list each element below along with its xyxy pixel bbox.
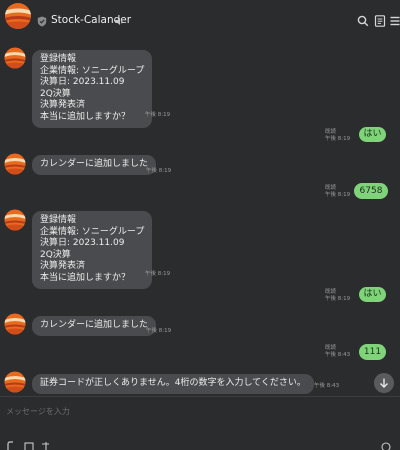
outgoing-message-bubble: はい — [359, 287, 386, 302]
bot-avatar[interactable] — [4, 47, 26, 69]
message-line: 企業情報: ソニーグループ — [40, 226, 145, 237]
incoming-message-bubble: カレンダーに追加しました — [32, 155, 157, 175]
message-line: 2Q決算 — [40, 249, 71, 260]
incoming-message-bubble: カレンダーに追加しました — [32, 316, 157, 336]
menu-icon[interactable] — [389, 15, 400, 27]
message-line: 証券コードが正しくありません。4桁の数字を入力してください。 — [40, 378, 306, 388]
attachment-icon[interactable] — [6, 441, 16, 450]
message-line: 決算発表済 — [40, 100, 86, 111]
message-line: 決算発表済 — [40, 261, 86, 272]
message-time: 午後 8:19 — [146, 328, 172, 334]
message-time: 午後 8:19 — [325, 136, 351, 142]
bot-avatar[interactable] — [4, 371, 26, 393]
message-time: 午後 8:43 — [325, 352, 351, 358]
read-receipt: 既読 — [325, 289, 337, 295]
speaker-icon — [115, 18, 123, 25]
message-composer: メッセージを入力 — [0, 396, 400, 450]
message-time: 午後 8:19 — [145, 271, 171, 277]
message-line: 登録情報 — [40, 215, 77, 225]
message-line: 本当に追加しますか？ — [40, 272, 131, 283]
bot-avatar[interactable] — [4, 153, 26, 175]
outgoing-message-bubble: 111 — [359, 344, 386, 360]
arrow-down-icon — [380, 378, 388, 388]
message-line: 本当に追加しますか？ — [40, 111, 131, 122]
read-receipt: 既読 — [325, 129, 337, 135]
message-time: 午後 8:19 — [325, 192, 351, 198]
message-line: 決算日: 2023.11.09 — [40, 77, 125, 88]
outgoing-message-bubble: 6758 — [354, 183, 388, 199]
read-receipt: 既読 — [325, 185, 337, 191]
message-time: 午後 8:19 — [325, 296, 351, 302]
bot-avatar[interactable] — [4, 313, 26, 335]
chat-header: Stock-Calander — [0, 0, 400, 44]
outgoing-message-bubble: はい — [359, 127, 386, 142]
shield-icon — [37, 16, 47, 27]
incoming-message-bubble: 登録情報 企業情報: ソニーグループ 決算日: 2023.11.09 2Q決算 … — [32, 50, 153, 128]
message-time: 午後 8:19 — [146, 168, 172, 174]
incoming-message-bubble: 証券コードが正しくありません。4桁の数字を入力してください。 — [32, 374, 314, 394]
message-time: 午後 8:19 — [145, 112, 171, 118]
message-line: 決算日: 2023.11.09 — [40, 238, 125, 249]
incoming-message-bubble: 登録情報 企業情報: ソニーグループ 決算日: 2023.11.09 2Q決算 … — [32, 211, 153, 289]
notes-icon[interactable] — [374, 15, 386, 27]
avatar[interactable] — [4, 2, 32, 30]
bot-avatar[interactable] — [4, 209, 26, 231]
emoji-icon[interactable] — [381, 441, 391, 450]
message-time: 午後 8:43 — [314, 383, 340, 389]
read-receipt: 既読 — [325, 345, 337, 351]
message-line: カレンダーに追加しました — [40, 159, 149, 169]
scroll-to-bottom-button[interactable] — [374, 373, 394, 393]
search-icon[interactable] — [357, 15, 369, 27]
image-icon[interactable] — [24, 441, 34, 450]
sticker-icon[interactable] — [41, 441, 51, 450]
message-line: 企業情報: ソニーグループ — [40, 65, 145, 76]
message-line: 2Q決算 — [40, 88, 71, 99]
message-line: 登録情報 — [40, 54, 77, 64]
message-input[interactable]: メッセージを入力 — [6, 406, 70, 417]
message-line: カレンダーに追加しました — [40, 320, 149, 330]
